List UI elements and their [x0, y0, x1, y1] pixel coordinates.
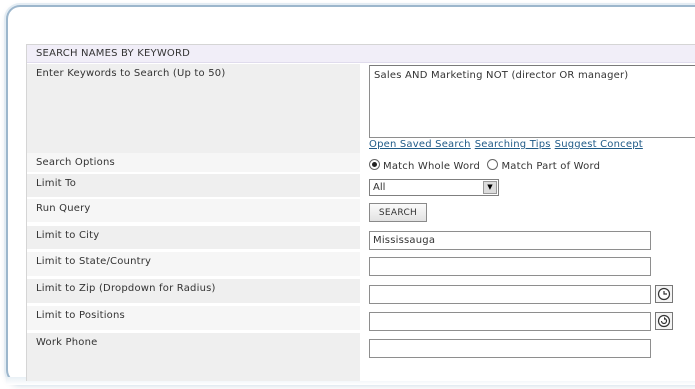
- limit-to-select[interactable]: All ▼: [369, 179, 499, 196]
- state-label-cell: Limit to State/Country: [27, 252, 360, 277]
- search-button[interactable]: SEARCH: [369, 203, 427, 222]
- work-phone-label: Work Phone: [36, 337, 98, 348]
- city-label: Limit to City: [36, 230, 100, 241]
- section-title: SEARCH NAMES BY KEYWORD: [27, 45, 695, 63]
- searching-tips-link[interactable]: Searching Tips: [475, 139, 551, 150]
- state-label: Limit to State/Country: [36, 256, 152, 267]
- city-label-cell: Limit to City: [27, 226, 360, 250]
- zip-label: Limit to Zip (Dropdown for Radius): [36, 283, 216, 294]
- match-part-word-label: Match Part of Word: [501, 161, 601, 172]
- limit-to-value: All: [373, 182, 386, 193]
- search-form: SEARCH NAMES BY KEYWORD Enter Keywords t…: [26, 44, 695, 381]
- city-input[interactable]: [369, 231, 651, 250]
- keywords-label-cell: Enter Keywords to Search (Up to 50): [27, 64, 360, 164]
- open-saved-search-link[interactable]: Open Saved Search: [369, 139, 471, 150]
- keywords-label: Enter Keywords to Search (Up to 50): [36, 68, 226, 79]
- match-part-word-radio[interactable]: [487, 159, 499, 170]
- work-phone-input[interactable]: [369, 339, 651, 358]
- zip-label-cell: Limit to Zip (Dropdown for Radius): [27, 279, 360, 304]
- refresh-icon[interactable]: [655, 312, 673, 330]
- match-whole-word-radio[interactable]: [369, 159, 380, 170]
- positions-label-cell: Limit to Positions: [27, 306, 360, 331]
- search-links: Open Saved Search Searching Tips Suggest C…: [369, 139, 647, 150]
- match-whole-word-label: Match Whole Word: [383, 161, 481, 172]
- positions-label: Limit to Positions: [36, 310, 125, 321]
- suggest-concept-link[interactable]: Suggest Concept: [555, 139, 643, 150]
- limit-to-label-cell: Limit To: [27, 174, 360, 198]
- run-query-label-cell: Run Query: [27, 199, 360, 223]
- clock-icon[interactable]: [655, 285, 673, 303]
- limit-to-label: Limit To: [36, 178, 77, 189]
- search-options-label-cell: Search Options: [27, 153, 360, 173]
- zip-input[interactable]: [369, 285, 651, 304]
- state-country-input[interactable]: [369, 257, 651, 276]
- chevron-down-icon[interactable]: ▼: [483, 181, 497, 194]
- search-options-label: Search Options: [36, 157, 115, 168]
- positions-input[interactable]: [369, 312, 651, 331]
- work-phone-label-cell: Work Phone: [27, 333, 360, 381]
- match-options: Match Whole Word Match Part of Word: [369, 159, 600, 172]
- run-query-label: Run Query: [36, 203, 91, 214]
- keywords-textarea[interactable]: Sales AND Marketing NOT (director OR man…: [369, 65, 695, 138]
